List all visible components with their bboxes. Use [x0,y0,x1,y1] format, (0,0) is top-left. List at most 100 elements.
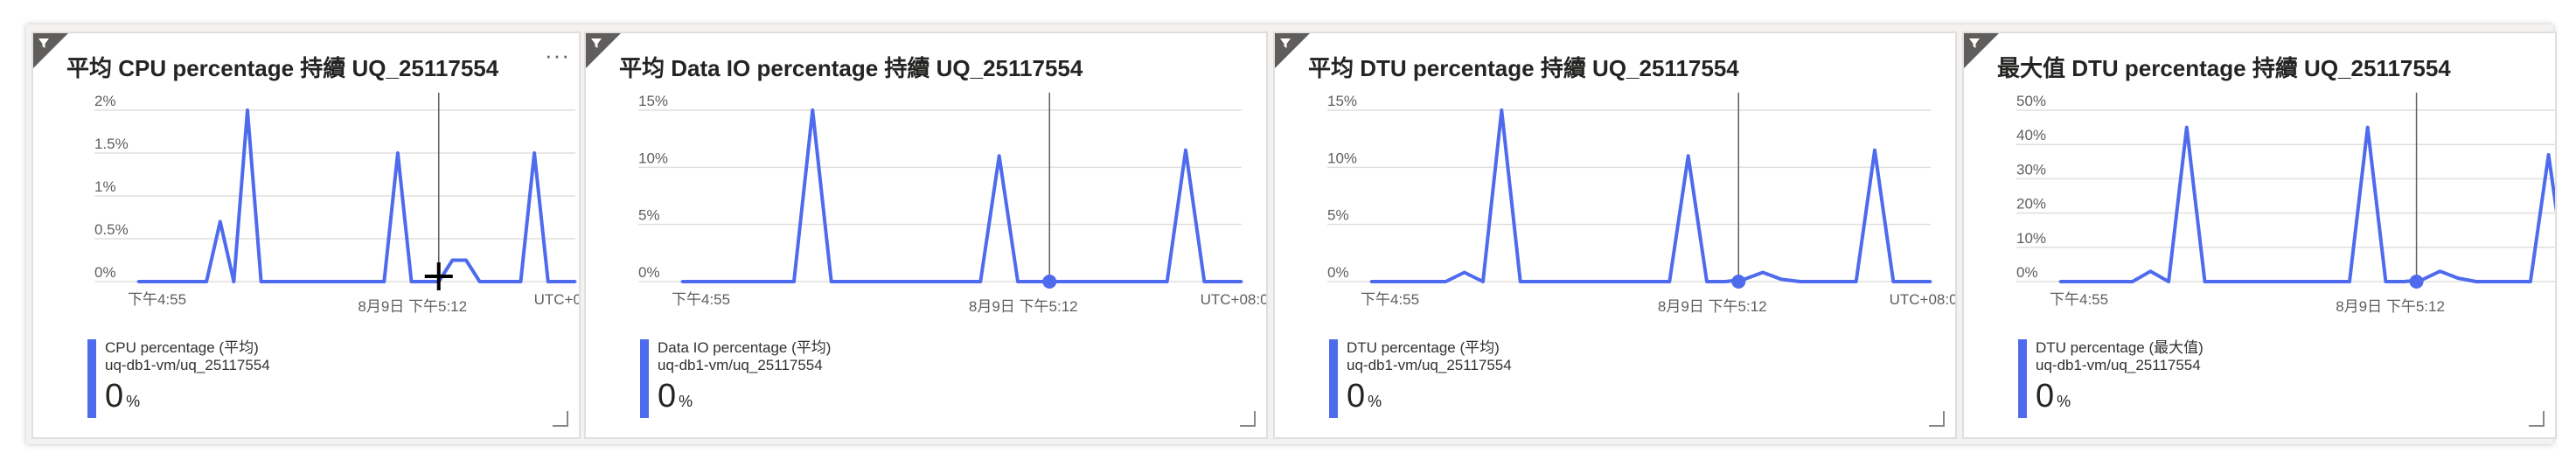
data-point [922,280,926,283]
metric-tile[interactable]: 平均 CPU percentage 持續 UQ_25117554 ··· 0% 0.5… [31,31,581,439]
line-chart[interactable]: 0% 5% 10% 15% 下午4:55 8月9日 下午5:12 UTC+08:00 [586,86,1266,348]
data-point [478,280,482,283]
data-point [410,280,413,283]
legend-value-unit: % [1368,393,1382,410]
data-point [1222,280,1225,283]
data-point [830,280,833,283]
tile-title: 平均 CPU percentage 持續 UQ_25117554 [66,55,499,81]
legend-value-number: 0 [105,378,124,415]
data-point [1034,280,1038,283]
line-chart[interactable]: 0% 0.5% 1% 1.5% 2% 下午4:55 8月9日 下午5:12 UTC+08:00 [33,86,579,348]
data-point [1500,108,1503,112]
data-point [2204,280,2207,283]
x-label-mid: 8月9日 下午5:12 [969,298,1078,315]
data-point [2329,280,2333,283]
legend-resource-label: uq-db1-vm/uq_25117554 [1347,357,1512,373]
metric-tile[interactable]: 平均 Data IO percentage 持續 UQ_25117554 0% 5%… [584,31,1268,439]
data-point [1667,280,1671,283]
more-options-button[interactable]: ··· [545,42,570,69]
data-point [792,280,796,283]
data-point [1369,280,1373,283]
data-point [1072,280,1076,283]
resize-handle-icon[interactable] [553,411,568,427]
line-chart[interactable]: 0%10%20%30%40%50%下午4:558月9日 下午5:12UT [1964,86,2555,348]
data-point [164,280,167,283]
legend-value-number: 0 [2036,378,2055,415]
data-point [1779,277,1783,281]
x-label-start: 下午4:55 [672,291,730,308]
data-point [2294,280,2297,283]
filter-corner-icon [33,33,68,68]
legend-resource-label: uq-db1-vm/uq_25117554 [105,357,270,373]
data-point [2185,126,2189,129]
resize-handle-icon[interactable] [1929,411,1945,427]
data-point [2438,269,2441,273]
legend-metric-label: DTU percentage (平均) [1347,339,1500,356]
data-point [1556,280,1559,283]
metric-tile[interactable]: 平均 DTU percentage 持續 UQ_25117554 0% 5% 10% 1… [1273,31,1957,439]
data-point [547,280,550,283]
data-point [1911,280,1914,283]
data-point [2258,280,2261,283]
filter-corner-icon [586,33,621,68]
data-point [1184,149,1187,152]
y-tick-label: 15% [1327,93,1357,109]
data-point [273,280,276,283]
y-tick-label: 15% [638,93,668,109]
y-tick-label: 5% [638,207,660,224]
chart-legend[interactable]: DTU percentage (平均) uq-db1-vm/uq_25117554… [1329,339,1512,418]
data-point [341,280,345,283]
legend-value: 0% [658,378,831,415]
data-point [1146,280,1150,283]
data-point [2547,153,2551,157]
data-point [1929,280,1932,283]
x-label-start: 下午4:55 [1361,291,1419,308]
legend-metric-label: CPU percentage (平均) [105,339,259,356]
data-point [2510,280,2514,283]
data-point [2221,280,2224,283]
data-point [314,280,317,283]
metric-tile[interactable]: 最大值 DTU percentage 持續 UQ_25117554 0% 10% 20… [1962,31,2557,439]
y-tick-label: 5% [1327,207,1349,224]
chart-legend[interactable]: DTU percentage (最大值) uq-db1-vm/uq_2511755… [2018,339,2204,418]
x-label-start: 下午4:55 [128,291,186,308]
data-point [301,280,303,283]
x-label-timezone: UTC+08:00 [534,291,579,308]
data-point [1873,149,1876,152]
data-point [1128,280,1131,283]
data-point [205,280,208,283]
data-point [2058,280,2062,283]
legend-value-unit: % [126,393,141,410]
resize-handle-icon[interactable] [1240,411,1256,427]
y-tick-label: 10% [638,150,668,166]
data-point [1016,280,1020,283]
data-point [1723,280,1727,283]
data-point [1240,280,1243,283]
data-point [1817,280,1821,283]
data-point [2384,280,2387,283]
data-point [1519,280,1522,283]
data-point [246,108,249,112]
y-tick-label: 0% [2016,264,2038,281]
chart-legend[interactable]: Data IO percentage (平均) uq-db1-vm/uq_2511… [640,339,831,418]
data-point [904,280,908,283]
resize-handle-icon[interactable] [2529,411,2545,427]
x-label-mid: 8月9日 下午5:12 [1658,298,1767,315]
y-tick-label: 0% [638,264,660,281]
legend-value: 0% [105,378,270,415]
x-label-start: 下午4:55 [2050,291,2108,308]
data-point [382,280,386,283]
legend-value-unit: % [679,393,693,410]
filter-corner-icon [1275,33,1310,68]
data-point [2312,280,2315,283]
series-line [682,108,1242,283]
y-tick-label: 2% [94,93,116,109]
data-point [1835,280,1839,283]
chart-legend[interactable]: CPU percentage (平均) uq-db1-vm/uq_25117554… [87,339,270,418]
cursor-marker [2409,275,2424,289]
y-tick-label: 50% [2016,93,2046,109]
line-chart[interactable]: 0% 5% 10% 15% 下午4:55 8月9日 下午5:12 UTC+08:00 [1275,86,1955,348]
data-point [1799,280,1802,283]
data-point [191,280,194,283]
data-point [1855,280,1858,283]
